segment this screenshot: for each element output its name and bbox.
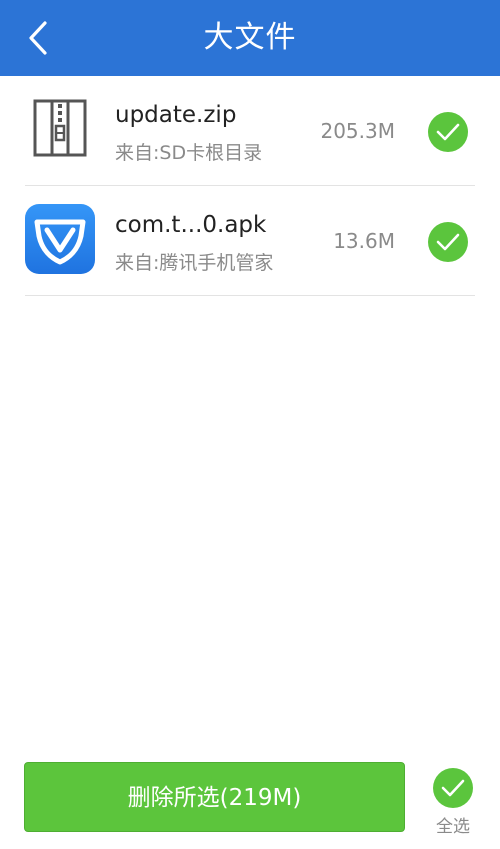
select-all-checkbox[interactable] [433, 768, 473, 808]
tencent-shield-icon [25, 204, 95, 274]
checkmark-icon [436, 233, 460, 251]
file-source: 来自:腾讯手机管家 [115, 252, 274, 274]
file-row-apk[interactable]: com.t...0.apk 来自:腾讯手机管家 13.6M [25, 186, 475, 296]
checkmark-icon [441, 779, 465, 797]
title-bar: 大文件 [0, 0, 500, 76]
delete-selected-button[interactable]: 删除所选(219M) [24, 762, 405, 832]
file-checkbox[interactable] [428, 222, 468, 262]
file-row-update-zip[interactable]: update.zip 来自:SD卡根目录 205.3M [25, 76, 475, 186]
select-all-toggle[interactable]: 全选 [430, 768, 476, 837]
file-size: 205.3M [320, 119, 395, 143]
file-size: 13.6M [333, 229, 395, 253]
zip-archive-icon [33, 99, 87, 157]
page-title: 大文件 [203, 20, 297, 55]
file-source: 来自:SD卡根目录 [115, 142, 263, 164]
file-name: com.t...0.apk [115, 212, 267, 238]
select-all-label: 全选 [436, 817, 470, 837]
file-name: update.zip [115, 102, 237, 128]
file-checkbox[interactable] [428, 112, 468, 152]
file-list: update.zip 来自:SD卡根目录 205.3M com.t...0.ap… [0, 76, 500, 296]
checkmark-icon [436, 123, 460, 141]
